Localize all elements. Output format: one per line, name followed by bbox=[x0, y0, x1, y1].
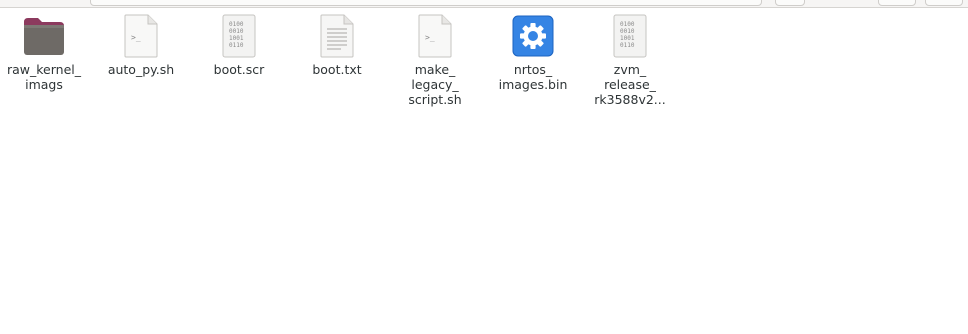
script-icon: >_ bbox=[119, 14, 163, 58]
file-name-label: make_ legacy_ script.sh bbox=[408, 62, 462, 107]
file-item-boot-scr[interactable]: 0100 0010 1001 0110 boot.scr bbox=[196, 14, 282, 77]
binary-file-icon: 0100 0010 1001 0110 bbox=[608, 14, 652, 58]
script-icon: >_ bbox=[413, 14, 457, 58]
svg-text:1001: 1001 bbox=[620, 35, 635, 42]
svg-text:0100: 0100 bbox=[620, 21, 635, 28]
file-item-raw-kernel-imags[interactable]: raw_kernel_ imags bbox=[1, 14, 87, 92]
icon-grid: raw_kernel_ imags >_ auto_py.sh 0100 001… bbox=[0, 8, 968, 334]
file-item-boot-txt[interactable]: boot.txt bbox=[294, 14, 380, 77]
file-name-label: nrtos_ images.bin bbox=[498, 62, 568, 92]
binary-file-icon: 0100 0010 1001 0110 bbox=[217, 14, 261, 58]
svg-text:1001: 1001 bbox=[229, 35, 244, 42]
file-name-label: boot.txt bbox=[312, 62, 362, 77]
svg-text:0010: 0010 bbox=[620, 28, 635, 35]
svg-text:0110: 0110 bbox=[620, 42, 635, 49]
toolbar-button[interactable] bbox=[775, 0, 805, 6]
file-name-label: zvm_ release_ rk3588v2... bbox=[594, 62, 666, 107]
executable-gear-icon bbox=[511, 14, 555, 58]
svg-text:>_: >_ bbox=[425, 33, 435, 42]
file-name-label: auto_py.sh bbox=[107, 62, 175, 77]
file-name-label: raw_kernel_ imags bbox=[6, 62, 81, 92]
svg-text:0110: 0110 bbox=[229, 42, 244, 49]
toolbar-button[interactable] bbox=[878, 0, 916, 6]
toolbar-button[interactable] bbox=[925, 0, 963, 6]
svg-text:0100: 0100 bbox=[229, 21, 244, 28]
file-item-zvm-release-rk3588v2[interactable]: 0100 0010 1001 0110 zvm_ release_ rk3588… bbox=[587, 14, 673, 107]
svg-text:>_: >_ bbox=[131, 33, 141, 42]
file-item-nrtos-images-bin[interactable]: nrtos_ images.bin bbox=[490, 14, 576, 92]
file-name-label: boot.scr bbox=[213, 62, 265, 77]
file-item-auto-py-sh[interactable]: >_ auto_py.sh bbox=[98, 14, 184, 77]
file-manager-view: raw_kernel_ imags >_ auto_py.sh 0100 001… bbox=[0, 0, 968, 334]
toolbar-edge bbox=[0, 0, 968, 8]
file-item-make-legacy-script-sh[interactable]: >_ make_ legacy_ script.sh bbox=[392, 14, 478, 107]
path-bar[interactable] bbox=[90, 0, 762, 6]
folder-icon bbox=[22, 14, 66, 58]
text-file-icon bbox=[315, 14, 359, 58]
svg-text:0010: 0010 bbox=[229, 28, 244, 35]
